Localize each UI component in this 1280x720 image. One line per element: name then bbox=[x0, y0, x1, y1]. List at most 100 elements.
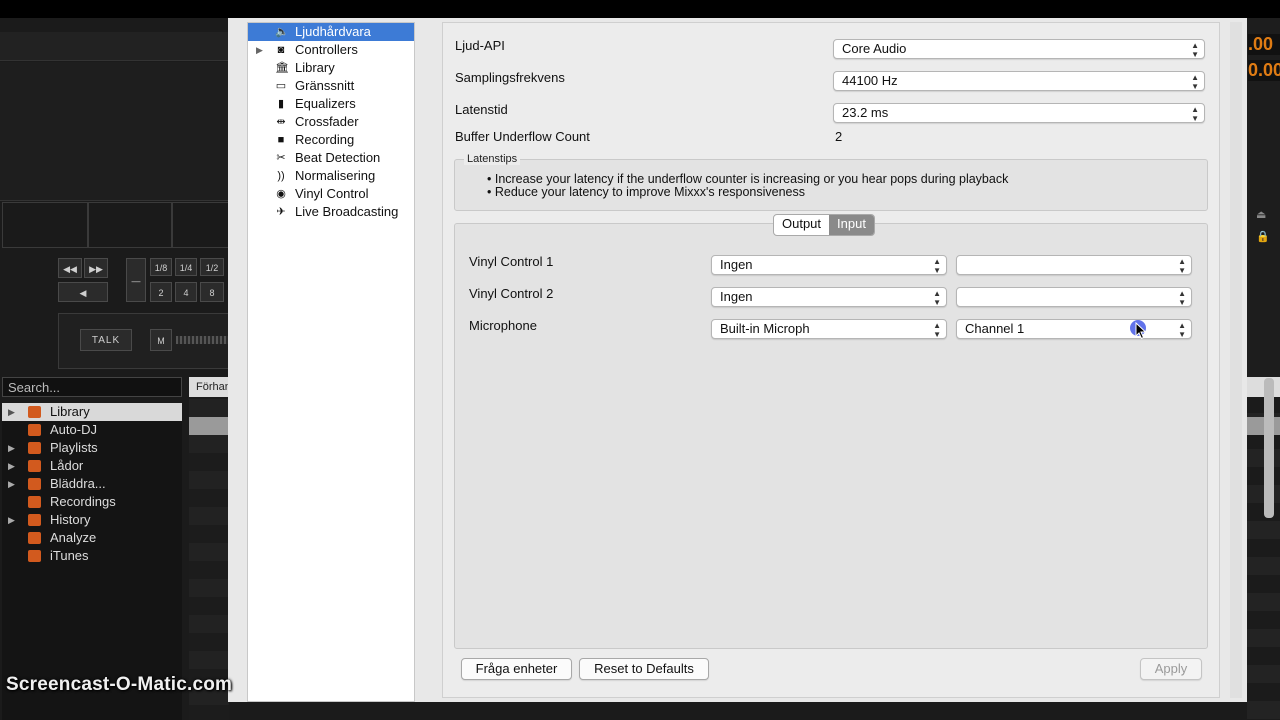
query-devices-button[interactable]: Fråga enheter bbox=[461, 658, 572, 680]
tab-input[interactable]: Input bbox=[829, 215, 874, 235]
sound-api-select[interactable]: Core Audio ▲ ▼ bbox=[833, 39, 1205, 59]
library-tree-item-browse[interactable]: ▶ Bläddra... bbox=[2, 475, 182, 493]
updown-chevron-icon: ▲ ▼ bbox=[1191, 73, 1199, 91]
rewind-button[interactable]: ◀◀ bbox=[58, 258, 82, 278]
loop-button-8[interactable]: 8 bbox=[200, 282, 224, 302]
nav-item-label: Controllers bbox=[295, 42, 358, 57]
expand-arrow-icon[interactable]: ▶ bbox=[8, 439, 15, 457]
play-reverse-button[interactable]: ◀ bbox=[58, 282, 108, 302]
expand-arrow-icon[interactable]: ▶ bbox=[256, 41, 263, 59]
microphone-channel-value: Channel 1 bbox=[965, 321, 1025, 336]
track-table-scrollbar[interactable] bbox=[1264, 378, 1274, 518]
itunes-icon bbox=[28, 550, 41, 562]
playlist-icon bbox=[28, 442, 41, 454]
vinyl-control-2-channel-select[interactable]: ▲ ▼ bbox=[956, 287, 1192, 307]
deck-panel-c bbox=[172, 202, 230, 248]
apply-button[interactable]: Apply bbox=[1140, 658, 1202, 680]
deck-panel-b bbox=[88, 202, 172, 248]
updown-chevron-icon: ▲ ▼ bbox=[1191, 41, 1199, 59]
library-tree-item-playlists[interactable]: ▶ Playlists bbox=[2, 439, 182, 457]
nav-item-normalization[interactable]: )) Normalisering bbox=[248, 167, 414, 185]
vinyl-icon: ◉ bbox=[276, 188, 286, 200]
library-tree-item-crates[interactable]: ▶ Lådor bbox=[2, 457, 182, 475]
history-icon bbox=[28, 514, 41, 526]
latency-tip-increase: • Increase your latency if the underflow… bbox=[487, 172, 1009, 186]
library-search-input[interactable]: Search... bbox=[2, 377, 182, 397]
recordings-icon bbox=[28, 496, 41, 508]
broadcast-icon: ✈ bbox=[276, 206, 286, 218]
eject-icon[interactable]: ⏏ bbox=[1256, 208, 1266, 221]
microphone-device-value: Built-in Microph bbox=[720, 321, 810, 336]
library-tree-item-library[interactable]: ▶ Library bbox=[2, 403, 182, 421]
nav-item-crossfader[interactable]: ⇹ Crossfader bbox=[248, 113, 414, 131]
loop-button-1-8[interactable]: 1/8 bbox=[150, 258, 172, 276]
latency-select[interactable]: 23.2 ms ▲ ▼ bbox=[833, 103, 1205, 123]
sync-button[interactable]: — bbox=[126, 258, 146, 302]
nav-item-sound-hardware[interactable]: 🔈 Ljudhårdvara bbox=[248, 23, 414, 41]
nav-item-label: Live Broadcasting bbox=[295, 204, 399, 219]
updown-chevron-icon: ▲ ▼ bbox=[1191, 105, 1199, 123]
vinyl-control-1-device-value: Ingen bbox=[720, 257, 753, 272]
sample-rate-value: 44100 Hz bbox=[842, 73, 898, 88]
nav-item-label: Normalisering bbox=[295, 168, 376, 183]
sound-api-value: Core Audio bbox=[842, 41, 907, 56]
talk-button[interactable]: TALK bbox=[80, 329, 132, 351]
loop-button-1-2[interactable]: 1/2 bbox=[200, 258, 224, 276]
library-tree-item-recordings[interactable]: Recordings bbox=[2, 493, 182, 511]
track-table-selected-row[interactable] bbox=[189, 417, 229, 435]
library-tree-item-analyze[interactable]: Analyze bbox=[2, 529, 182, 547]
updown-chevron-icon: ▲ ▼ bbox=[1178, 289, 1186, 307]
library-tree-label: History bbox=[50, 512, 91, 527]
fast-forward-button[interactable]: ▶▶ bbox=[84, 258, 108, 278]
deck-panel-a bbox=[2, 202, 88, 248]
library-tree-item-auto-dj[interactable]: Auto-DJ bbox=[2, 421, 182, 439]
mic-mute-button[interactable]: M bbox=[150, 329, 172, 351]
lock-icon[interactable]: 🔒 bbox=[1256, 230, 1270, 243]
expand-arrow-icon[interactable]: ▶ bbox=[8, 457, 15, 475]
recording-icon: ■ bbox=[277, 134, 285, 146]
nav-item-recording[interactable]: ■ Recording bbox=[248, 131, 414, 149]
updown-chevron-icon: ▲ ▼ bbox=[933, 289, 941, 307]
nav-item-vinyl-control[interactable]: ◉ Vinyl Control bbox=[248, 185, 414, 203]
dialog-scroll-track bbox=[1230, 22, 1242, 698]
loop-button-2[interactable]: 2 bbox=[150, 282, 172, 302]
sample-rate-select[interactable]: 44100 Hz ▲ ▼ bbox=[833, 71, 1205, 91]
loop-button-1-4[interactable]: 1/4 bbox=[175, 258, 197, 276]
track-table-header[interactable]: Förhan bbox=[189, 377, 231, 397]
nav-item-label: Crossfader bbox=[295, 114, 359, 129]
vinyl-control-1-channel-select[interactable]: ▲ ▼ bbox=[956, 255, 1192, 275]
library-tree-item-history[interactable]: ▶ History bbox=[2, 511, 182, 529]
nav-item-live-broadcasting[interactable]: ✈ Live Broadcasting bbox=[248, 203, 414, 221]
microphone-label: Microphone bbox=[469, 318, 537, 333]
tab-output[interactable]: Output bbox=[774, 215, 829, 235]
nav-item-controllers[interactable]: ▶ ◙ Controllers bbox=[248, 41, 414, 59]
expand-arrow-icon[interactable]: ▶ bbox=[8, 403, 15, 421]
expand-arrow-icon[interactable]: ▶ bbox=[8, 511, 15, 529]
library-tree-label: Auto-DJ bbox=[50, 422, 97, 437]
latency-value: 23.2 ms bbox=[842, 105, 889, 120]
loop-button-4[interactable]: 4 bbox=[175, 282, 197, 302]
nav-item-equalizers[interactable]: ▮ Equalizers bbox=[248, 95, 414, 113]
library-icon: 🏛 bbox=[275, 62, 289, 74]
library-tree-label: Playlists bbox=[50, 440, 98, 455]
library-icon bbox=[28, 406, 41, 418]
nav-item-beat-detection[interactable]: ✂ Beat Detection bbox=[248, 149, 414, 167]
library-tree-label: Analyze bbox=[50, 530, 97, 545]
library-tree-label: Bläddra... bbox=[50, 476, 106, 491]
preferences-nav-tree: 🔈 Ljudhårdvara ▶ ◙ Controllers 🏛 Library… bbox=[247, 22, 415, 702]
vinyl-control-1-device-select[interactable]: Ingen ▲ ▼ bbox=[711, 255, 947, 275]
speaker-icon: 🔈 bbox=[275, 26, 289, 38]
reset-to-defaults-button[interactable]: Reset to Defaults bbox=[579, 658, 709, 680]
library-sidebar: ▶ Library Auto-DJ ▶ Playlists ▶ Lådor ▶ … bbox=[2, 403, 182, 720]
microphone-device-select[interactable]: Built-in Microph ▲ ▼ bbox=[711, 319, 947, 339]
nav-item-interface[interactable]: ▭ Gränssnitt bbox=[248, 77, 414, 95]
library-tree-item-itunes[interactable]: iTunes bbox=[2, 547, 182, 565]
vinyl-control-2-device-select[interactable]: Ingen ▲ ▼ bbox=[711, 287, 947, 307]
buffer-underflow-label: Buffer Underflow Count bbox=[455, 129, 590, 144]
microphone-channel-select[interactable]: Channel 1 ▲ ▼ bbox=[956, 319, 1192, 339]
expand-arrow-icon[interactable]: ▶ bbox=[8, 475, 15, 493]
deck-time-display-2: 0.00 bbox=[1248, 60, 1280, 81]
nav-item-library[interactable]: 🏛 Library bbox=[248, 59, 414, 77]
sound-hardware-page: Ljud-API Core Audio ▲ ▼ Samplingsfrekvens… bbox=[442, 22, 1220, 698]
io-tab-bar: Output Input bbox=[773, 214, 875, 236]
